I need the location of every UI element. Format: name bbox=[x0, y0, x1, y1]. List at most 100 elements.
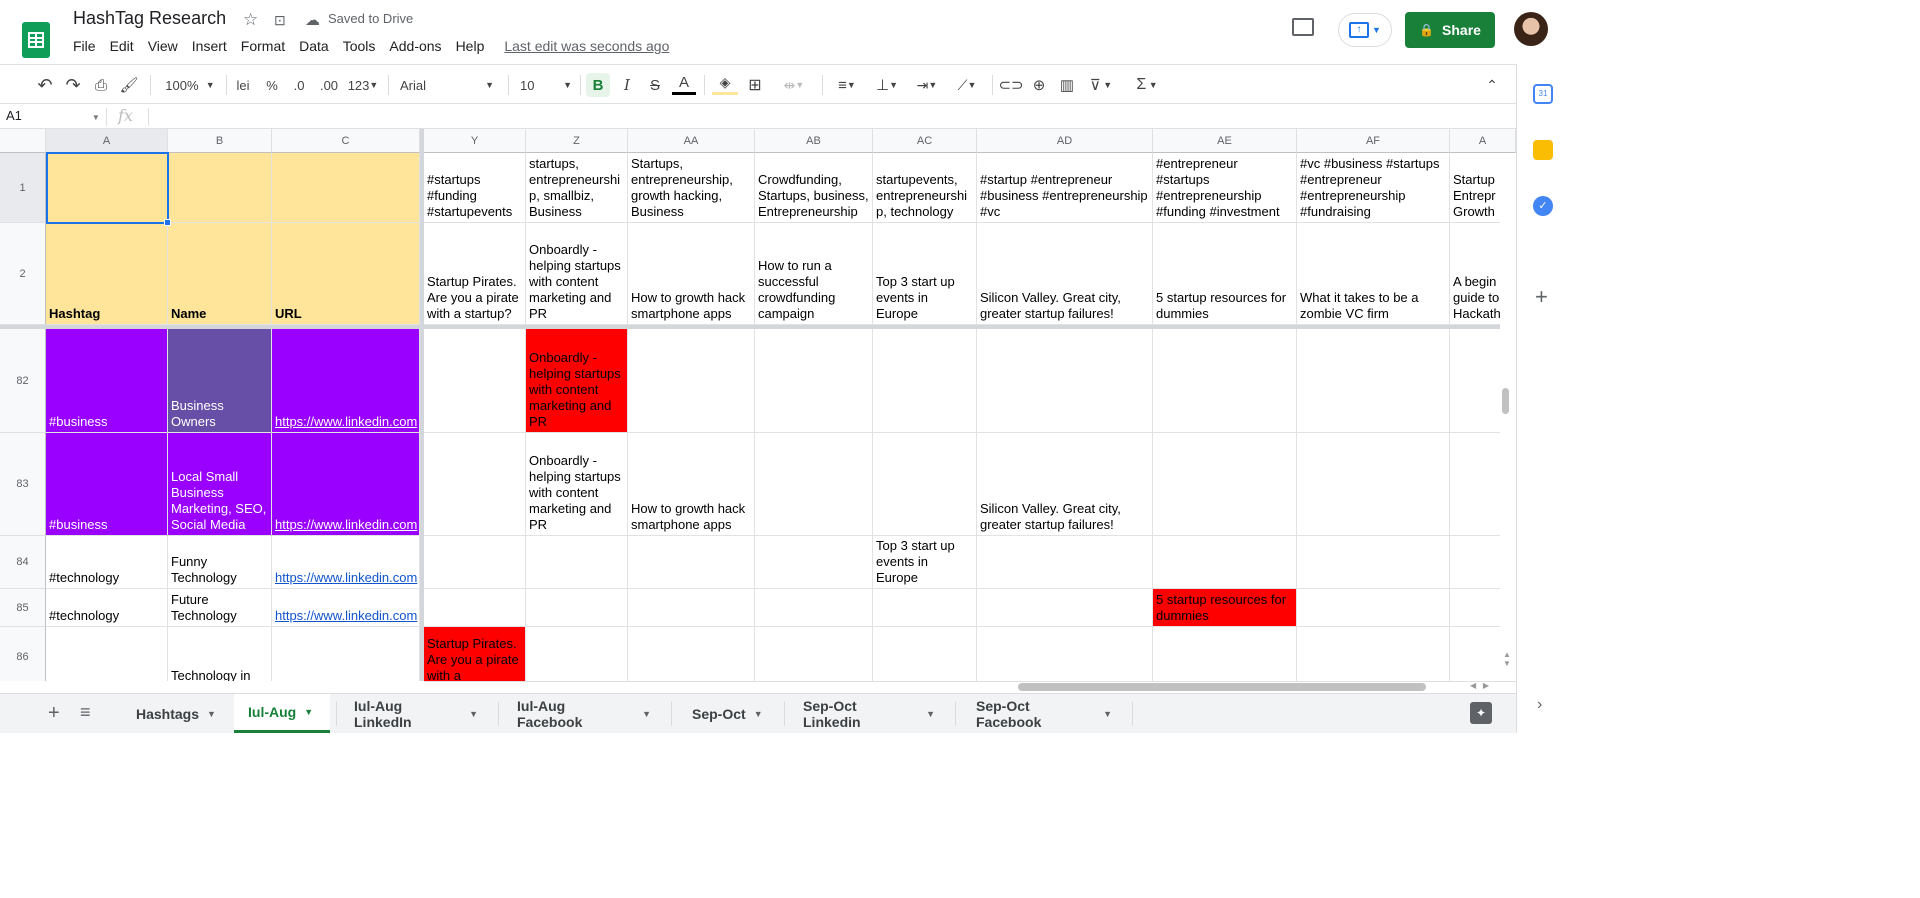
fill-handle[interactable] bbox=[164, 219, 171, 226]
cell-ac84[interactable]: Top 3 start up events in Europe bbox=[873, 536, 977, 589]
merge-cells-icon[interactable]: ⇹ ▼ bbox=[776, 73, 812, 97]
cell-b84[interactable]: Funny Technology bbox=[168, 536, 272, 589]
print-icon[interactable]: ⎙ bbox=[90, 73, 112, 97]
filter-icon[interactable]: ⊽ ▼ bbox=[1084, 73, 1118, 97]
cell-a84[interactable]: #technology bbox=[46, 536, 168, 589]
functions-icon[interactable]: Σ ▼ bbox=[1130, 73, 1164, 97]
column-header-af[interactable]: AF bbox=[1297, 129, 1450, 153]
cell-b86[interactable]: Technology in bbox=[168, 627, 272, 681]
menu-format[interactable]: Format bbox=[241, 38, 292, 54]
insert-comment-icon[interactable]: ⊕ bbox=[1028, 73, 1050, 97]
move-folder-icon[interactable]: ⊡ bbox=[274, 12, 286, 29]
italic-button[interactable]: I bbox=[616, 73, 638, 97]
text-color-button[interactable]: A bbox=[672, 73, 696, 95]
bold-button[interactable]: B bbox=[586, 73, 610, 97]
column-header-c[interactable]: C bbox=[272, 129, 420, 153]
cell-z1[interactable]: startups, entrepreneurship, smallbiz, Bu… bbox=[526, 153, 628, 223]
cell-y85[interactable] bbox=[424, 589, 526, 627]
select-all-corner[interactable] bbox=[0, 129, 46, 153]
font-size-select[interactable]: 10 ▼ bbox=[516, 73, 576, 97]
vertical-scrollbar[interactable] bbox=[1500, 153, 1516, 681]
text-rotate-icon[interactable]: ⟋ ▼ bbox=[950, 73, 984, 97]
cell-aa85[interactable] bbox=[628, 589, 755, 627]
menu-insert[interactable]: Insert bbox=[192, 38, 234, 54]
percent-format[interactable]: % bbox=[262, 73, 282, 97]
cell-b1[interactable] bbox=[168, 153, 272, 223]
explore-icon[interactable]: ✦ bbox=[1470, 702, 1492, 724]
cell-a85[interactable]: #technology bbox=[46, 589, 168, 627]
collapse-toolbar-icon[interactable]: ⌃ bbox=[1482, 73, 1502, 97]
cell-z85[interactable] bbox=[526, 589, 628, 627]
cell-z84[interactable] bbox=[526, 536, 628, 589]
present-button[interactable]: ↑ ▼ bbox=[1338, 13, 1392, 47]
cell-ae82[interactable] bbox=[1153, 329, 1297, 433]
row-header-83[interactable]: 83 bbox=[0, 433, 46, 536]
horizontal-scroll-thumb[interactable] bbox=[1018, 683, 1426, 691]
comment-history-icon[interactable] bbox=[1292, 18, 1314, 36]
menu-tools[interactable]: Tools bbox=[343, 38, 383, 54]
cell-ad86[interactable] bbox=[977, 627, 1153, 681]
cell-af84[interactable] bbox=[1297, 536, 1450, 589]
zoom-select[interactable]: 100% ▼ bbox=[160, 73, 220, 97]
cell-ac86[interactable] bbox=[873, 627, 977, 681]
more-formats[interactable]: 123 ▼ bbox=[346, 73, 380, 97]
sheet-tab[interactable]: Hashtags ▼ bbox=[122, 694, 230, 733]
cell-ab1[interactable]: Crowdfunding, Startups, business, Entrep… bbox=[755, 153, 873, 223]
cell-c83[interactable]: https://www.linkedin.com bbox=[272, 433, 420, 536]
redo-icon[interactable]: ↷ bbox=[62, 73, 84, 97]
sheet-tab[interactable]: Iul-Aug LinkedIn ▼ bbox=[340, 694, 492, 733]
frozen-rows-divider[interactable] bbox=[0, 325, 1500, 329]
calendar-icon[interactable]: 31 bbox=[1533, 84, 1553, 104]
menu-edit[interactable]: Edit bbox=[110, 38, 141, 54]
cell-ae85[interactable]: 5 startup resources for dummies bbox=[1153, 589, 1297, 627]
cell-ad2[interactable]: Silicon Valley. Great city, greater star… bbox=[977, 223, 1153, 325]
cell-ae84[interactable] bbox=[1153, 536, 1297, 589]
row-header-86[interactable]: 86 bbox=[0, 627, 46, 681]
fill-color-icon[interactable]: ◈ bbox=[712, 73, 738, 95]
vertical-align-icon[interactable]: ⊥ ▼ bbox=[870, 73, 904, 97]
cell-c2[interactable]: URL bbox=[272, 223, 420, 325]
column-header-a[interactable]: A bbox=[46, 129, 168, 153]
star-icon[interactable]: ☆ bbox=[243, 10, 258, 30]
row-header-2[interactable]: 2 bbox=[0, 223, 46, 325]
cell-ac82[interactable] bbox=[873, 329, 977, 433]
cell-y83[interactable] bbox=[424, 433, 526, 536]
column-header-ag[interactable]: A bbox=[1450, 129, 1516, 153]
cell-aa2[interactable]: How to growth hack smartphone apps bbox=[628, 223, 755, 325]
column-header-ab[interactable]: AB bbox=[755, 129, 873, 153]
menu-data[interactable]: Data bbox=[299, 38, 336, 54]
cell-c1[interactable] bbox=[272, 153, 420, 223]
chevron-down-icon[interactable]: ▼ bbox=[207, 709, 216, 719]
cell-aa82[interactable] bbox=[628, 329, 755, 433]
cell-ad83[interactable]: Silicon Valley. Great city, greater star… bbox=[977, 433, 1153, 536]
add-sheet-icon[interactable]: + bbox=[48, 702, 60, 725]
cell-y84[interactable] bbox=[424, 536, 526, 589]
menu-help[interactable]: Help bbox=[456, 38, 492, 54]
cell-ab82[interactable] bbox=[755, 329, 873, 433]
sheet-tab[interactable]: Sep-Oct Facebook ▼ bbox=[962, 694, 1126, 733]
menu-addons[interactable]: Add-ons bbox=[389, 38, 448, 54]
cell-b83[interactable]: Local Small Business Marketing, SEO, Soc… bbox=[168, 433, 272, 536]
chevron-down-icon[interactable]: ▼ bbox=[469, 709, 478, 719]
add-icon[interactable]: + bbox=[1535, 284, 1548, 310]
column-header-aa[interactable]: AA bbox=[628, 129, 755, 153]
cell-ab86[interactable] bbox=[755, 627, 873, 681]
cell-z2[interactable]: Onboardly - helping startups with conten… bbox=[526, 223, 628, 325]
sheet-tab[interactable]: Sep-Oct Linkedin ▼ bbox=[789, 694, 949, 733]
sheet-tab[interactable]: Iul-Aug ▼ bbox=[234, 694, 330, 733]
share-button[interactable]: 🔒 Share bbox=[1405, 12, 1495, 48]
decrease-decimal[interactable]: .0 bbox=[288, 73, 310, 97]
cell-c84[interactable]: https://www.linkedin.com bbox=[272, 536, 420, 589]
cell-b2[interactable]: Name bbox=[168, 223, 272, 325]
cell-af82[interactable] bbox=[1297, 329, 1450, 433]
borders-icon[interactable]: ⊞ bbox=[744, 73, 766, 97]
cell-a82[interactable]: #business bbox=[46, 329, 168, 433]
undo-icon[interactable]: ↶ bbox=[34, 73, 56, 97]
cell-c86[interactable] bbox=[272, 627, 420, 681]
cell-c82[interactable]: https://www.linkedin.com bbox=[272, 329, 420, 433]
paint-format-icon[interactable]: 🖌 bbox=[118, 73, 140, 97]
chevron-right-icon[interactable]: › bbox=[1537, 696, 1542, 714]
column-header-ac[interactable]: AC bbox=[873, 129, 977, 153]
cell-ac85[interactable] bbox=[873, 589, 977, 627]
sheet-tab[interactable]: Iul-Aug Facebook ▼ bbox=[503, 694, 665, 733]
